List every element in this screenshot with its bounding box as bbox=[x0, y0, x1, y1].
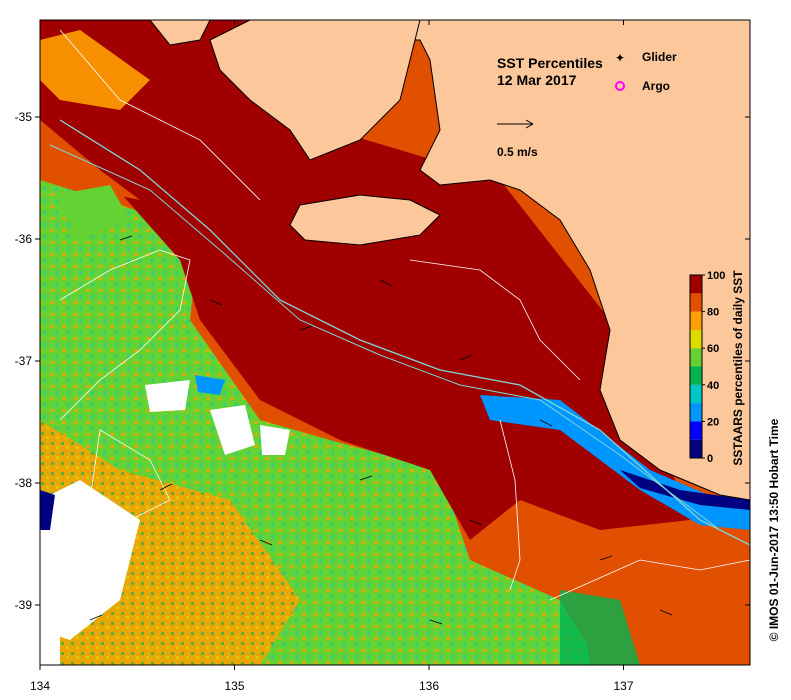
colorbar-segment bbox=[690, 293, 702, 312]
x-tick-label: 136 bbox=[419, 679, 439, 693]
colorbar-segment bbox=[690, 275, 702, 294]
x-tick-label: 137 bbox=[613, 679, 633, 693]
x-tick-label: 134 bbox=[30, 679, 50, 693]
sst-map-figure: SST Percentiles 12 Mar 2017 ✦ Glider Arg… bbox=[15, 19, 781, 693]
no-data-patch bbox=[260, 425, 290, 455]
legend-glider-label: Glider bbox=[642, 50, 677, 64]
colorbar-label: SSTAARS percentiles of daily SST bbox=[731, 270, 745, 466]
colorbar-segment bbox=[690, 403, 702, 422]
colorbar-segment bbox=[690, 384, 702, 404]
colorbar-segment bbox=[690, 439, 702, 458]
credit-text: © IMOS 01-Jun-2017 13:50 Hobart Time bbox=[767, 418, 781, 641]
vector-scale-label: 0.5 m/s bbox=[497, 145, 538, 159]
colorbar-tick-label: 60 bbox=[707, 343, 719, 355]
colorbar-tick-label: 20 bbox=[707, 416, 719, 428]
y-tick-label: -35 bbox=[15, 110, 33, 124]
y-tick-label: -38 bbox=[15, 476, 33, 490]
no-data-patch bbox=[145, 380, 190, 412]
colorbar bbox=[689, 274, 703, 459]
y-tick-label: -36 bbox=[15, 232, 33, 246]
colorbar-segment bbox=[690, 348, 702, 367]
map-title: SST Percentiles bbox=[497, 55, 603, 71]
y-tick-label: -37 bbox=[15, 354, 33, 368]
y-tick-label: -39 bbox=[15, 598, 33, 612]
colorbar-segment bbox=[690, 366, 702, 385]
x-tick-label: 135 bbox=[224, 679, 244, 693]
sst-plot-area bbox=[40, 20, 750, 665]
legend-argo-label: Argo bbox=[642, 79, 670, 93]
colorbar-tick-label: 0 bbox=[707, 453, 713, 465]
colorbar-segment bbox=[690, 329, 702, 349]
colorbar-tick-label: 100 bbox=[707, 270, 725, 282]
colorbar-segment bbox=[690, 421, 702, 440]
colorbar-tick-label: 80 bbox=[707, 307, 719, 319]
colorbar-segment bbox=[690, 311, 702, 330]
map-date: 12 Mar 2017 bbox=[497, 72, 577, 88]
colorbar-tick-label: 40 bbox=[707, 380, 719, 392]
glider-marker: ✦ bbox=[615, 51, 625, 65]
